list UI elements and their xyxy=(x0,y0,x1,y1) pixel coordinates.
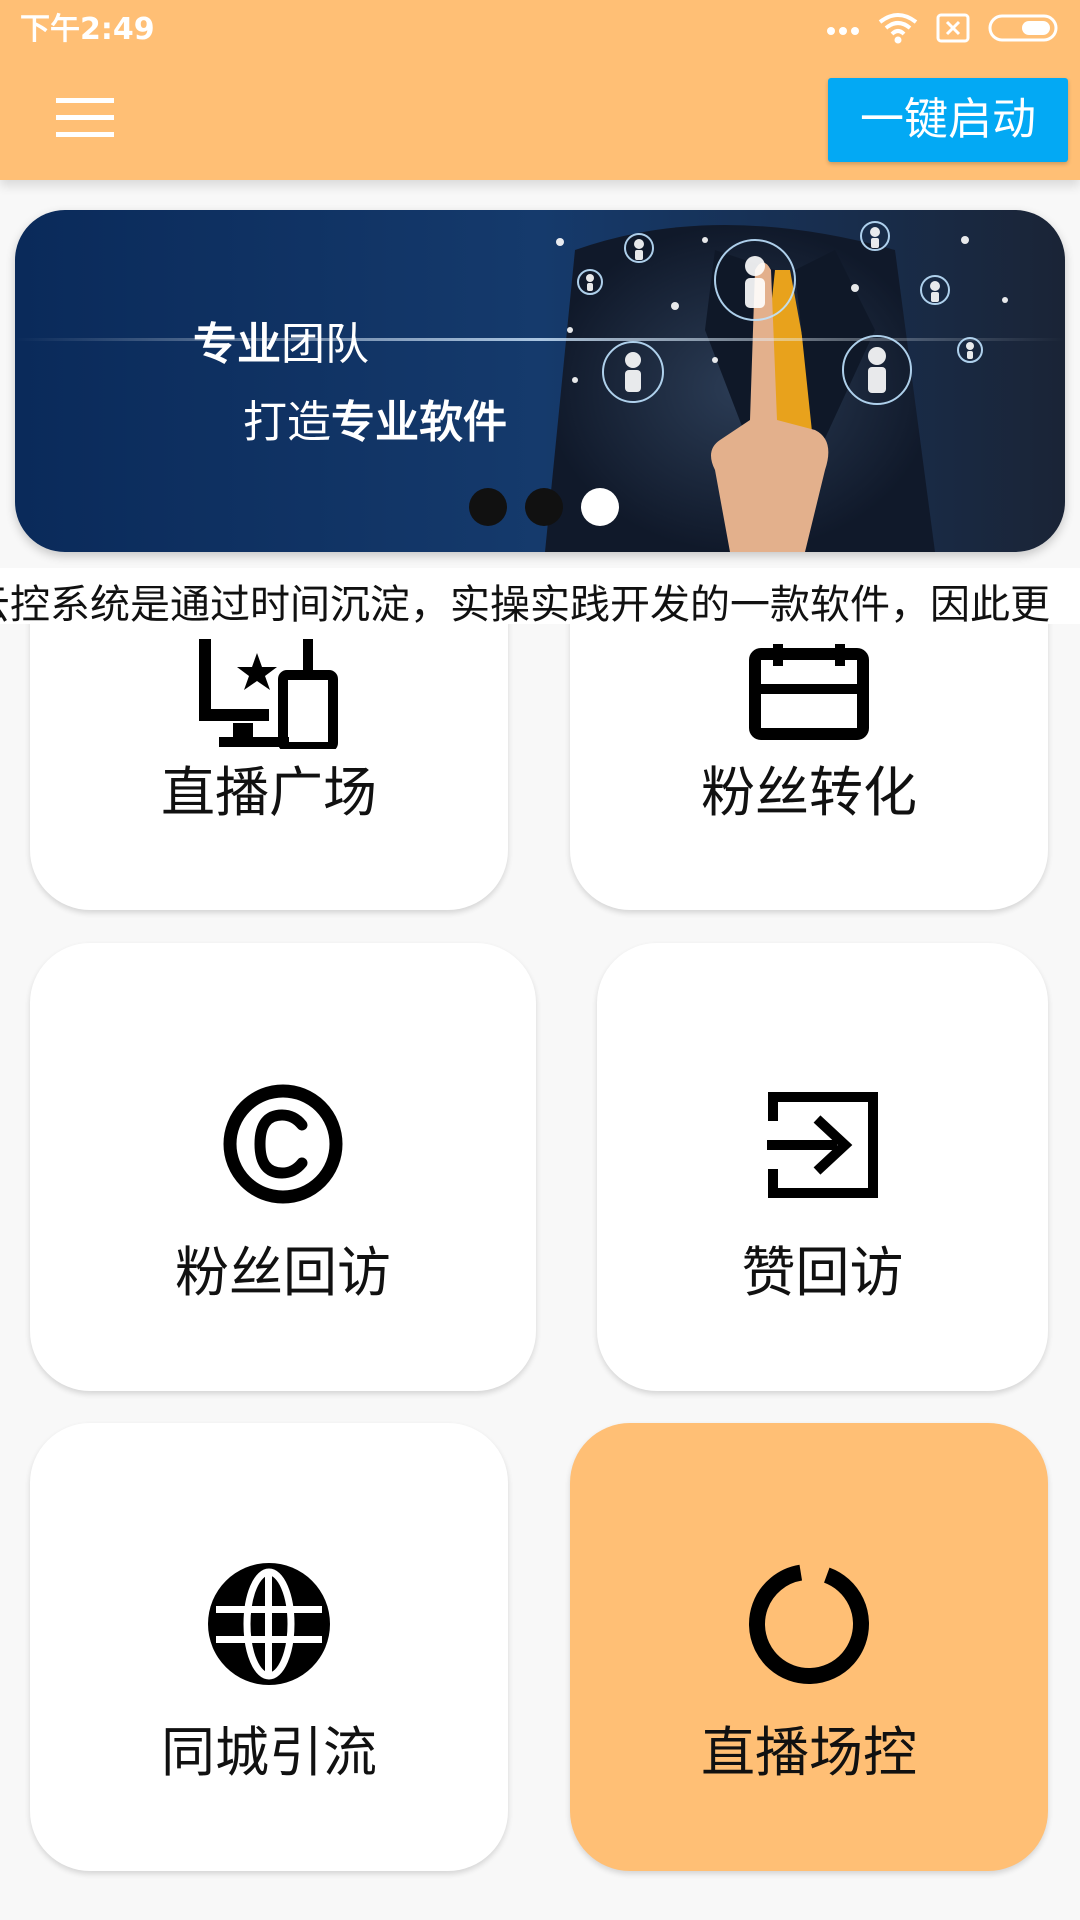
calendar-icon xyxy=(570,644,1048,740)
grid-item-like-revisit[interactable]: 赞回访 xyxy=(597,943,1048,1391)
hamburger-menu-icon[interactable] xyxy=(40,88,130,148)
live-broadcast-icon xyxy=(30,639,508,749)
function-grid: 直播广场 粉丝转化 粉丝回访 赞回访 同城引流 直播场控 xyxy=(0,624,1080,1920)
globe-icon xyxy=(30,1563,508,1685)
announcement-marquee: 云控系统是通过时间沉淀，实操实践开发的一款软件，因此更 xyxy=(0,568,1080,624)
banner-carousel[interactable]: 专业团队 打造专业软件 xyxy=(15,210,1065,552)
one-click-start-button[interactable]: 一键启动 xyxy=(828,78,1068,162)
grid-item-label: 粉丝回访 xyxy=(175,1241,391,1304)
announcement-text: 云控系统是通过时间沉淀，实操实践开发的一款软件，因此更 xyxy=(0,582,1050,624)
carousel-dot-1[interactable] xyxy=(469,488,507,526)
app-bar: 下午2:49 一键启动 xyxy=(0,0,1080,180)
grid-item-label: 赞回访 xyxy=(741,1241,904,1304)
grid-item-fan-conversion[interactable]: 粉丝转化 xyxy=(570,624,1048,910)
grid-item-label: 同城引流 xyxy=(161,1721,377,1784)
grid-item-live-square[interactable]: 直播广场 xyxy=(30,624,508,910)
no-sim-icon xyxy=(936,13,970,47)
grid-item-fan-revisit[interactable]: 粉丝回访 xyxy=(30,943,536,1391)
battery-icon xyxy=(988,14,1060,46)
grid-item-label: 直播场控 xyxy=(701,1721,917,1784)
carousel-dot-3[interactable] xyxy=(581,488,619,526)
exit-to-app-icon xyxy=(597,1091,1048,1199)
grid-item-local-traffic[interactable]: 同城引流 xyxy=(30,1423,508,1871)
more-dots-icon xyxy=(826,21,860,40)
wifi-icon xyxy=(878,12,918,48)
status-time: 下午2:49 xyxy=(20,12,155,47)
banner-headline-line2: 打造专业软件 xyxy=(243,397,507,448)
carousel-indicator xyxy=(469,488,619,526)
status-icons xyxy=(826,12,1060,48)
copyright-icon xyxy=(30,1083,536,1205)
carousel-dot-2[interactable] xyxy=(525,488,563,526)
grid-item-label: 直播广场 xyxy=(161,761,377,824)
grid-item-label: 粉丝转化 xyxy=(701,761,917,824)
grid-item-live-control[interactable]: 直播场控 xyxy=(570,1423,1048,1871)
donut-chart-icon xyxy=(570,1563,1048,1685)
banner-headline-line1: 专业团队 xyxy=(193,319,369,370)
